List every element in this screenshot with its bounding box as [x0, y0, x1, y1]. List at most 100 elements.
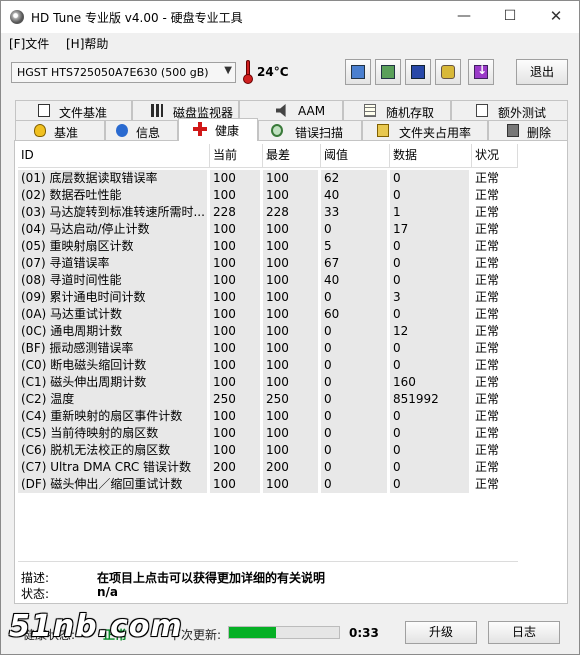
folder-icon — [377, 124, 389, 137]
table-cell-threshold: 0 — [321, 323, 387, 340]
column-header-worst[interactable]: 最差 — [263, 144, 321, 168]
table-cell-current: 100 — [210, 255, 260, 272]
table-cell-status: 正常 — [475, 222, 500, 236]
table-cell-worst: 100 — [263, 340, 318, 357]
upgrade-button[interactable]: 升级 — [405, 621, 477, 644]
progress-fill — [229, 627, 277, 638]
table-cell-status: 正常 — [475, 205, 500, 219]
column-header-threshold[interactable]: 阈值 — [321, 144, 390, 168]
copy-text-button[interactable] — [345, 59, 371, 85]
table-cell-current: 100 — [210, 272, 260, 289]
table-cell-id[interactable]: (BF) 振动感测错误率 — [18, 340, 207, 357]
table-cell-threshold: 33 — [321, 204, 387, 221]
save-button[interactable] — [405, 59, 431, 85]
tab-benchmark[interactable]: 基准 — [15, 120, 105, 140]
table-cell-id[interactable]: (07) 寻道错误率 — [18, 255, 207, 272]
table-cell-id[interactable]: (08) 寻道时间性能 — [18, 272, 207, 289]
table-cell-status: 正常 — [475, 392, 500, 406]
magnifier-icon — [271, 124, 283, 137]
table-cell-current: 100 — [210, 340, 260, 357]
tab-label: 随机存取 — [386, 106, 435, 120]
window-title: HD Tune 专业版 v4.00 - 硬盘专业工具 — [31, 11, 243, 25]
maximize-button[interactable]: ☐ — [487, 1, 533, 33]
tab-info[interactable]: 信息 — [105, 120, 178, 140]
log-button[interactable]: 日志 — [488, 621, 560, 644]
table-cell-threshold: 0 — [321, 476, 387, 493]
table-cell-data: 17 — [390, 221, 469, 238]
tab-disk-monitor[interactable]: 磁盘监视器 — [132, 100, 239, 120]
column-header-status[interactable]: 状况 — [472, 144, 518, 168]
tab-extra-tests[interactable]: 额外测试 — [451, 100, 568, 120]
table-cell-threshold: 0 — [321, 425, 387, 442]
column-header-id[interactable]: ID — [18, 144, 210, 168]
table-cell-id[interactable]: (01) 底层数据读取错误率 — [18, 170, 207, 187]
table-cell-worst: 100 — [263, 255, 318, 272]
options-button[interactable] — [435, 59, 461, 85]
table-cell-id[interactable]: (C2) 温度 — [18, 391, 207, 408]
table-cell-threshold: 0 — [321, 391, 387, 408]
smart-table[interactable]: ID 当前 最差 阈值 数据 状况 (01) 底层数据读取错误率 100 100 62 0 正常 (02… — [18, 144, 518, 562]
table-cell-threshold: 60 — [321, 306, 387, 323]
drive-select[interactable]: HGST HTS725050A7E630 (500 gB) ▼ — [11, 62, 236, 83]
table-cell-id[interactable]: (DF) 磁头伸出／缩回重试计数 — [18, 476, 207, 493]
table-cell-id[interactable]: (C1) 磁头伸出周期计数 — [18, 374, 207, 391]
table-cell-id[interactable]: (C7) Ultra DMA CRC 错误计数 — [18, 459, 207, 476]
table-cell-id[interactable]: (C0) 断电磁头缩回计数 — [18, 357, 207, 374]
table-cell-worst: 100 — [263, 374, 318, 391]
menu-file[interactable]: [F]文件 — [9, 35, 49, 52]
file-benchmark-icon — [38, 104, 50, 117]
table-cell-current: 100 — [210, 357, 260, 374]
table-cell-data: 0 — [390, 306, 469, 323]
tab-folder-usage[interactable]: 文件夹占用率 — [362, 120, 488, 140]
tab-file-benchmark[interactable]: 文件基准 — [15, 100, 132, 120]
table-cell-status: 正常 — [475, 239, 500, 253]
options-icon — [441, 65, 455, 79]
tab-label: 信息 — [136, 126, 161, 140]
tab-aam[interactable]: AAM — [239, 100, 343, 120]
tab-random-access[interactable]: 随机存取 — [343, 100, 451, 120]
disk-monitor-icon — [151, 104, 163, 117]
status-value: n/a — [97, 585, 119, 599]
table-cell-threshold: 0 — [321, 442, 387, 459]
download-button[interactable] — [468, 59, 494, 85]
extra-tests-icon — [476, 104, 488, 117]
exit-button[interactable]: 退出 — [516, 59, 568, 85]
table-cell-worst: 100 — [263, 357, 318, 374]
close-button[interactable]: ✕ — [533, 1, 579, 33]
health-panel: ID 当前 最差 阈值 数据 状况 (01) 底层数据读取错误率 100 100 62 0 正常 (02… — [14, 140, 568, 604]
speaker-icon — [276, 104, 286, 117]
table-cell-id[interactable]: (0A) 马达重试计数 — [18, 306, 207, 323]
tab-erase[interactable]: 删除 — [488, 120, 568, 140]
table-cell-status: 正常 — [475, 290, 500, 304]
tab-error-scan[interactable]: 错误扫描 — [258, 120, 362, 140]
table-cell-id[interactable]: (05) 重映射扇区计数 — [18, 238, 207, 255]
tab-label: 额外测试 — [498, 106, 547, 120]
table-cell-worst: 100 — [263, 442, 318, 459]
tab-health[interactable]: 健康 — [178, 118, 258, 141]
column-header-current[interactable]: 当前 — [210, 144, 263, 168]
table-cell-worst: 100 — [263, 238, 318, 255]
table-cell-id[interactable]: (0C) 通电周期计数 — [18, 323, 207, 340]
tab-label: 删除 — [527, 126, 552, 140]
table-cell-status: 正常 — [475, 307, 500, 321]
table-cell-id[interactable]: (C4) 重新映射的扇区事件计数 — [18, 408, 207, 425]
table-cell-id[interactable]: (C6) 脱机无法校正的扇区数 — [18, 442, 207, 459]
table-cell-id[interactable]: (09) 累计通电时间计数 — [18, 289, 207, 306]
next-update-label: 下次更新: — [169, 628, 222, 642]
table-cell-id[interactable]: (04) 马达启动/停止计数 — [18, 221, 207, 238]
table-cell-data: 0 — [390, 255, 469, 272]
column-header-data[interactable]: 数据 — [390, 144, 472, 168]
table-cell-data: 0 — [390, 357, 469, 374]
lightbulb-icon — [34, 124, 46, 137]
menu-help[interactable]: [H]帮助 — [66, 35, 108, 52]
copy-screenshot-button[interactable] — [375, 59, 401, 85]
table-cell-id[interactable]: (C5) 当前待映射的扇区数 — [18, 425, 207, 442]
table-cell-status: 正常 — [475, 426, 500, 440]
temperature-value: 24°C — [257, 65, 289, 79]
table-cell-id[interactable]: (02) 数据吞吐性能 — [18, 187, 207, 204]
table-cell-current: 100 — [210, 238, 260, 255]
table-cell-data: 160 — [390, 374, 469, 391]
table-cell-id[interactable]: (03) 马达旋转到标准转速所需时... — [18, 204, 207, 221]
minimize-button[interactable]: — — [441, 1, 487, 33]
table-cell-status: 正常 — [475, 460, 500, 474]
